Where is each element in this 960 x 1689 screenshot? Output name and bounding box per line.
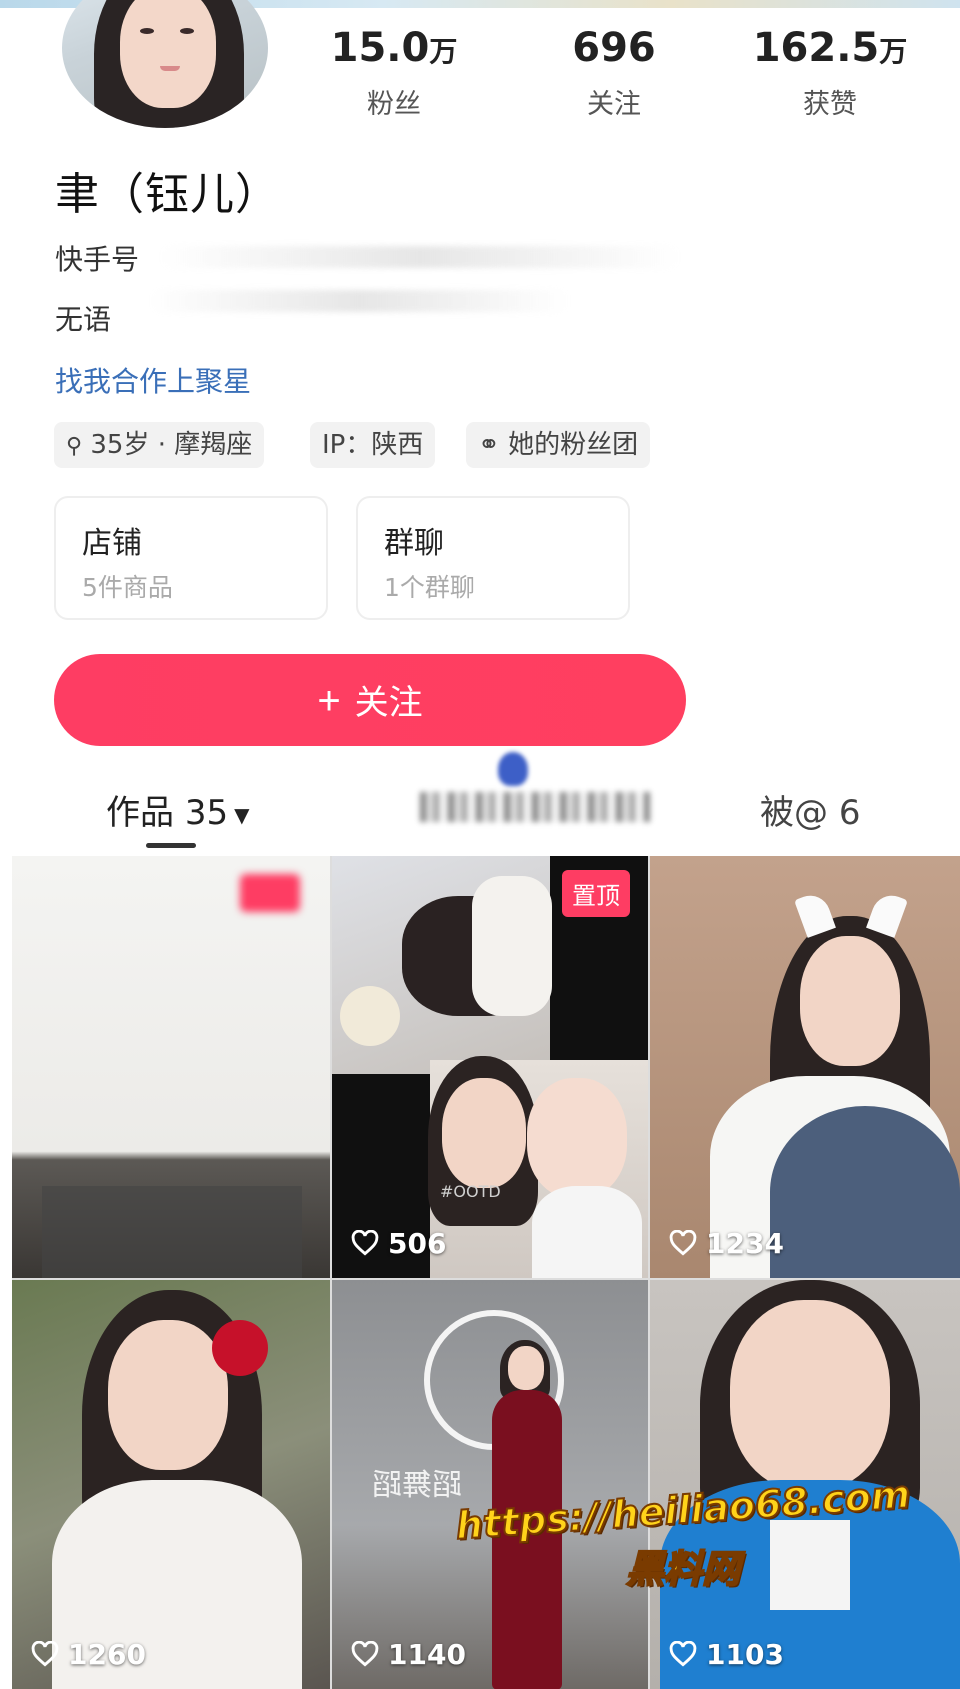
group-chat-card[interactable]: 群聊 1个群聊	[356, 496, 630, 620]
caret-down-icon: ▼	[234, 802, 250, 827]
video-thumbnail[interactable]: #OOTD 置顶 506	[332, 856, 648, 1278]
like-count: 1260	[30, 1638, 146, 1671]
tag-age-zodiac-label: 35岁 · 摩羯座	[90, 430, 253, 460]
profile-name: 聿（钰儿）	[55, 169, 280, 220]
tab-mentioned-label: 被@	[760, 793, 828, 833]
toy-sheep	[340, 986, 400, 1046]
following-count: 696	[572, 25, 656, 71]
tag-age-zodiac: ⚲ 35岁 · 摩羯座	[54, 422, 265, 468]
tab-redacted[interactable]	[420, 792, 650, 822]
like-count-value: 1140	[388, 1638, 466, 1671]
tag-fan-club-label: 她的粉丝团	[508, 430, 639, 460]
site-watermark: https://heiliao68.com 黑料网	[448, 1471, 918, 1593]
tab-mentioned-count: 6	[838, 793, 861, 833]
sticker-blob	[498, 752, 528, 786]
video-thumbnail[interactable]: 1234	[650, 856, 960, 1278]
plus-icon: +	[317, 679, 341, 723]
like-count-value: 1103	[706, 1638, 784, 1671]
pin-badge-redacted	[240, 874, 300, 912]
tab-works-count: 35	[184, 793, 229, 833]
shop-card[interactable]: 店铺 5件商品	[54, 496, 328, 620]
like-count: 1103	[668, 1638, 784, 1671]
like-count: 1234	[668, 1227, 784, 1260]
video-thumbnail[interactable]: 1260	[12, 1280, 330, 1689]
video-thumbnail[interactable]	[12, 856, 330, 1278]
heart-icon	[351, 1230, 379, 1256]
red-flower	[212, 1320, 268, 1376]
watermark-site-name: 黑料网	[625, 1546, 741, 1592]
account-id-redacted	[160, 246, 680, 268]
stat-likes[interactable]: 162.5万 获赞	[730, 24, 930, 121]
like-count-value: 506	[388, 1227, 447, 1260]
like-count: 506	[350, 1227, 446, 1260]
like-count-value: 1234	[706, 1227, 784, 1260]
shop-card-title: 店铺	[82, 526, 142, 561]
likes-count: 162.5	[752, 25, 880, 71]
bio-redacted	[150, 290, 570, 312]
group-chat-card-subtitle: 1个群聊	[384, 573, 475, 602]
promo-link[interactable]: 找我合作上聚星	[55, 360, 251, 400]
tab-active-indicator	[146, 843, 196, 848]
tab-works-label: 作品	[106, 793, 174, 833]
hashtag-label: #OOTD	[440, 1182, 501, 1201]
heart-icon	[351, 1641, 379, 1667]
fans-count: 15.0	[330, 25, 430, 71]
heart-icon	[31, 1641, 59, 1667]
like-count-value: 1260	[68, 1638, 146, 1671]
video-thumbnail[interactable]: 蹈舞蹈 1140	[332, 1280, 648, 1689]
pin-badge: 置顶	[562, 870, 630, 917]
shop-card-subtitle: 5件商品	[82, 573, 173, 602]
tag-ip: IP：陕西	[310, 422, 436, 468]
heart-icon	[669, 1641, 697, 1667]
follow-button-label: 关注	[354, 684, 423, 722]
likes-unit: 万	[879, 35, 908, 68]
search-person-icon: ⚲	[66, 434, 83, 459]
heart-icon	[669, 1230, 697, 1256]
avatar[interactable]	[62, 0, 268, 128]
likes-label: 获赞	[803, 89, 857, 120]
like-count: 1140	[350, 1638, 466, 1671]
bio-text: 无语	[55, 303, 112, 336]
tag-ip-label: IP：陕西	[322, 430, 424, 460]
tab-mentioned[interactable]: 被@ 6	[760, 785, 860, 834]
group-chat-card-title: 群聊	[384, 526, 444, 561]
account-id-label: 快手号	[55, 243, 140, 276]
following-label: 关注	[587, 89, 641, 120]
follow-button[interactable]: + 关注	[54, 654, 686, 746]
fan-club-icon: ⚭	[478, 430, 500, 460]
stat-following[interactable]: 696 关注	[514, 24, 714, 121]
stat-fans[interactable]: 15.0万 粉丝	[294, 24, 494, 121]
fans-label: 粉丝	[367, 89, 421, 120]
tab-works[interactable]: 作品 35 ▼	[106, 785, 249, 834]
tag-fan-club[interactable]: ⚭ 她的粉丝团	[466, 422, 651, 468]
fans-unit: 万	[429, 35, 458, 68]
